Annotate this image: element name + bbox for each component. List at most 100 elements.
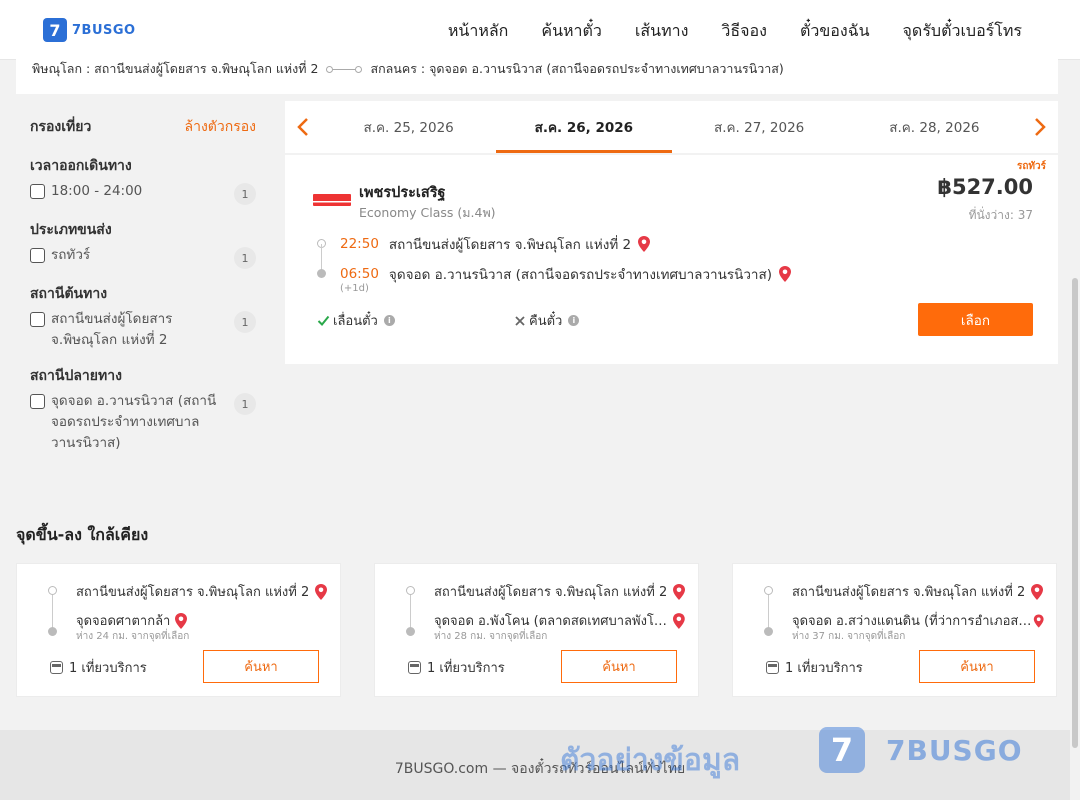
checkbox[interactable] xyxy=(30,248,45,263)
date-selector: ส.ค. 25, 2026 ส.ค. 26, 2026 ส.ค. 27, 202… xyxy=(285,101,1058,153)
nearby-from-station: สถานีขนส่งผู้โดยสาร จ.พิษณุโลก แห่งที่ 2 xyxy=(792,585,1026,600)
brand-name: 7BUSGO xyxy=(72,22,136,38)
filter-option-transport[interactable]: รถทัวร์ 1 xyxy=(30,247,256,269)
date-tab[interactable]: ส.ค. 27, 2026 xyxy=(672,101,847,153)
trip-count-label: 1 เที่ยวบริการ xyxy=(69,661,147,676)
nearby-trip-count: 1 เที่ยวบริการ xyxy=(408,657,505,678)
route-connector-icon xyxy=(326,65,363,73)
departure-time: 22:50 xyxy=(340,236,379,252)
filter-option-origin[interactable]: สถานีขนส่งผู้โดยสาร จ.พิษณุโลก แห่งที่ 2… xyxy=(30,311,256,351)
page-scrollbar[interactable] xyxy=(1070,60,1080,800)
filter-option-time[interactable]: 18:00 - 24:00 1 xyxy=(30,183,256,205)
sample-data-watermark: ตัวอย่างข้อมูล xyxy=(560,743,741,778)
filter-option-label: 18:00 - 24:00 xyxy=(51,183,143,199)
date-tab[interactable]: ส.ค. 25, 2026 xyxy=(321,101,496,153)
brand-logo[interactable]: 7 7BUSGO xyxy=(43,18,136,42)
scrollbar-thumb[interactable] xyxy=(1072,278,1078,748)
nearby-search-button[interactable]: ค้นหา xyxy=(203,650,319,683)
filter-count-badge: 1 xyxy=(234,247,256,269)
timeline-line xyxy=(52,595,53,629)
timeline-line xyxy=(768,595,769,629)
reschedule-policy[interactable]: เลื่อนตั๋ว i xyxy=(317,310,395,331)
checkbox[interactable] xyxy=(30,394,45,409)
seat-class: Economy Class (ม.4พ) xyxy=(359,205,496,220)
nav-search-tickets[interactable]: ค้นหาตั๋ว xyxy=(541,19,602,44)
nav-my-tickets[interactable]: ตั๋วของฉัน xyxy=(800,19,870,44)
filter-group-destination: สถานีปลายทาง xyxy=(30,368,122,384)
arrival-stop: 06:50 จุดจอด อ.วานรนิวาส (สถานีจอดรถประจ… xyxy=(340,263,792,285)
filter-group-transport-type: ประเภทขนส่ง xyxy=(30,222,112,238)
prev-date-chevron-icon[interactable] xyxy=(285,101,321,153)
clear-filters-link[interactable]: ล้างตัวกรอง xyxy=(185,116,256,138)
filter-group-departure-time: เวลาออกเดินทาง xyxy=(30,158,132,174)
reschedule-label: เลื่อนตั๋ว xyxy=(333,314,378,329)
nearby-to: จุดจอดศาตากล้า xyxy=(76,610,328,631)
transport-type-tag: รถทัวร์ xyxy=(1016,161,1046,172)
nav-routes[interactable]: เส้นทาง xyxy=(635,19,689,44)
nearby-search-button[interactable]: ค้นหา xyxy=(561,650,677,683)
nearby-from-station: สถานีขนส่งผู้โดยสาร จ.พิษณุโลก แห่งที่ 2 xyxy=(76,585,310,600)
filter-option-label: รถทัวร์ xyxy=(51,247,91,263)
nav-how-to-book[interactable]: วิธีจอง xyxy=(721,19,767,44)
nearby-to: จุดจอด อ.พังโคน (ตลาดสดเทศบาลพังโคน) xyxy=(434,610,686,631)
map-pin-icon[interactable] xyxy=(314,583,328,601)
info-icon[interactable]: i xyxy=(383,315,395,326)
nearby-from: สถานีขนส่งผู้โดยสาร จ.พิษณุโลก แห่งที่ 2 xyxy=(792,581,1044,602)
checkbox[interactable] xyxy=(30,184,45,199)
checkbox[interactable] xyxy=(30,312,45,327)
filter-option-label: สถานีขนส่งผู้โดยสาร จ.พิษณุโลก แห่งที่ 2 xyxy=(51,311,173,348)
nearby-stop-card: สถานีขนส่งผู้โดยสาร จ.พิษณุโลก แห่งที่ 2… xyxy=(16,563,341,697)
nearby-distance: ห่าง 24 กม. จากจุดที่เลือก xyxy=(76,631,190,642)
filter-option-label: จุดจอด อ.วานรนิวาส (สถานีจอดรถประจำทางเท… xyxy=(51,393,217,451)
route-to: สกลนคร : จุดจอด อ.วานรนิวาส (สถานีจอดรถป… xyxy=(370,61,784,76)
refund-policy[interactable]: คืนตั๋ว i xyxy=(514,310,580,331)
date-tab[interactable]: ส.ค. 28, 2026 xyxy=(847,101,1022,153)
bus-icon xyxy=(50,661,63,674)
map-pin-icon[interactable] xyxy=(778,265,792,283)
next-date-chevron-icon[interactable] xyxy=(1022,101,1058,153)
trip-count-label: 1 เที่ยวบริการ xyxy=(785,661,863,676)
main-nav: หน้าหลัก ค้นหาตั๋ว เส้นทาง วิธีจอง ตั๋วข… xyxy=(448,19,1022,44)
operator-logo-icon xyxy=(313,194,351,206)
nearby-from-station: สถานีขนส่งผู้โดยสาร จ.พิษณุโลก แห่งที่ 2 xyxy=(434,585,668,600)
timeline-line xyxy=(410,595,411,629)
map-pin-icon[interactable] xyxy=(174,612,188,630)
nearby-stops-title: จุดขึ้น-ลง ใกล้เคียง xyxy=(16,525,149,544)
trip-result-card: รถทัวร์ เพชรประเสริฐ Economy Class (ม.4พ… xyxy=(285,155,1058,364)
bus-icon xyxy=(766,661,779,674)
filter-count-badge: 1 xyxy=(234,311,256,333)
map-pin-icon[interactable] xyxy=(672,583,686,601)
nearby-search-button[interactable]: ค้นหา xyxy=(919,650,1035,683)
nearby-distance: ห่าง 37 กม. จากจุดที่เลือก xyxy=(792,631,906,642)
logo-icon: 7 xyxy=(43,18,67,42)
map-pin-icon[interactable] xyxy=(1033,612,1044,630)
filter-option-destination[interactable]: จุดจอด อ.วานรนิวาส (สถานีจอดรถประจำทางเท… xyxy=(30,393,256,454)
watermark-logo-icon: 7 xyxy=(819,727,865,773)
timeline-start-dot xyxy=(764,586,773,595)
nav-ticket-pickup[interactable]: จุดรับตั๋วเบอร์โทร xyxy=(903,19,1022,44)
nearby-trip-count: 1 เที่ยวบริการ xyxy=(50,657,147,678)
filter-count-badge: 1 xyxy=(234,393,256,415)
info-icon[interactable]: i xyxy=(568,315,580,326)
ticket-price: ฿527.00 xyxy=(937,175,1033,199)
departure-stop: 22:50 สถานีขนส่งผู้โดยสาร จ.พิษณุโลก แห่… xyxy=(340,233,651,255)
select-trip-button[interactable]: เลือก xyxy=(918,303,1033,336)
nearby-to: จุดจอด อ.สว่างแดนดิน (ที่ว่าการอำเภอสว่า… xyxy=(792,610,1044,631)
timeline-end-dot xyxy=(317,269,326,278)
filter-title: กรองเที่ยว xyxy=(30,119,92,135)
nearby-to-station: จุดจอดศาตากล้า xyxy=(76,614,171,629)
map-pin-icon[interactable] xyxy=(637,235,651,253)
nearby-distance: ห่าง 28 กม. จากจุดที่เลือก xyxy=(434,631,548,642)
timeline-end-dot xyxy=(764,627,773,636)
nearby-to-station: จุดจอด อ.พังโคน (ตลาดสดเทศบาลพังโคน) xyxy=(434,614,673,629)
nearby-to-station: จุดจอด อ.สว่างแดนดิน (ที่ว่าการอำเภอสว่า… xyxy=(792,614,1033,629)
map-pin-icon[interactable] xyxy=(672,612,686,630)
map-pin-icon[interactable] xyxy=(1030,583,1044,601)
timeline-end-dot xyxy=(48,627,57,636)
route-summary: พิษณุโลก : สถานีขนส่งผู้โดยสาร จ.พิษณุโล… xyxy=(16,58,1058,94)
date-tab-active[interactable]: ส.ค. 26, 2026 xyxy=(496,101,672,153)
watermark-brand: 7BUSGO xyxy=(886,734,1023,767)
arrival-station: จุดจอด อ.วานรนิวาส (สถานีจอดรถประจำทางเท… xyxy=(388,267,772,283)
timeline-end-dot xyxy=(406,627,415,636)
nav-home[interactable]: หน้าหลัก xyxy=(448,19,509,44)
